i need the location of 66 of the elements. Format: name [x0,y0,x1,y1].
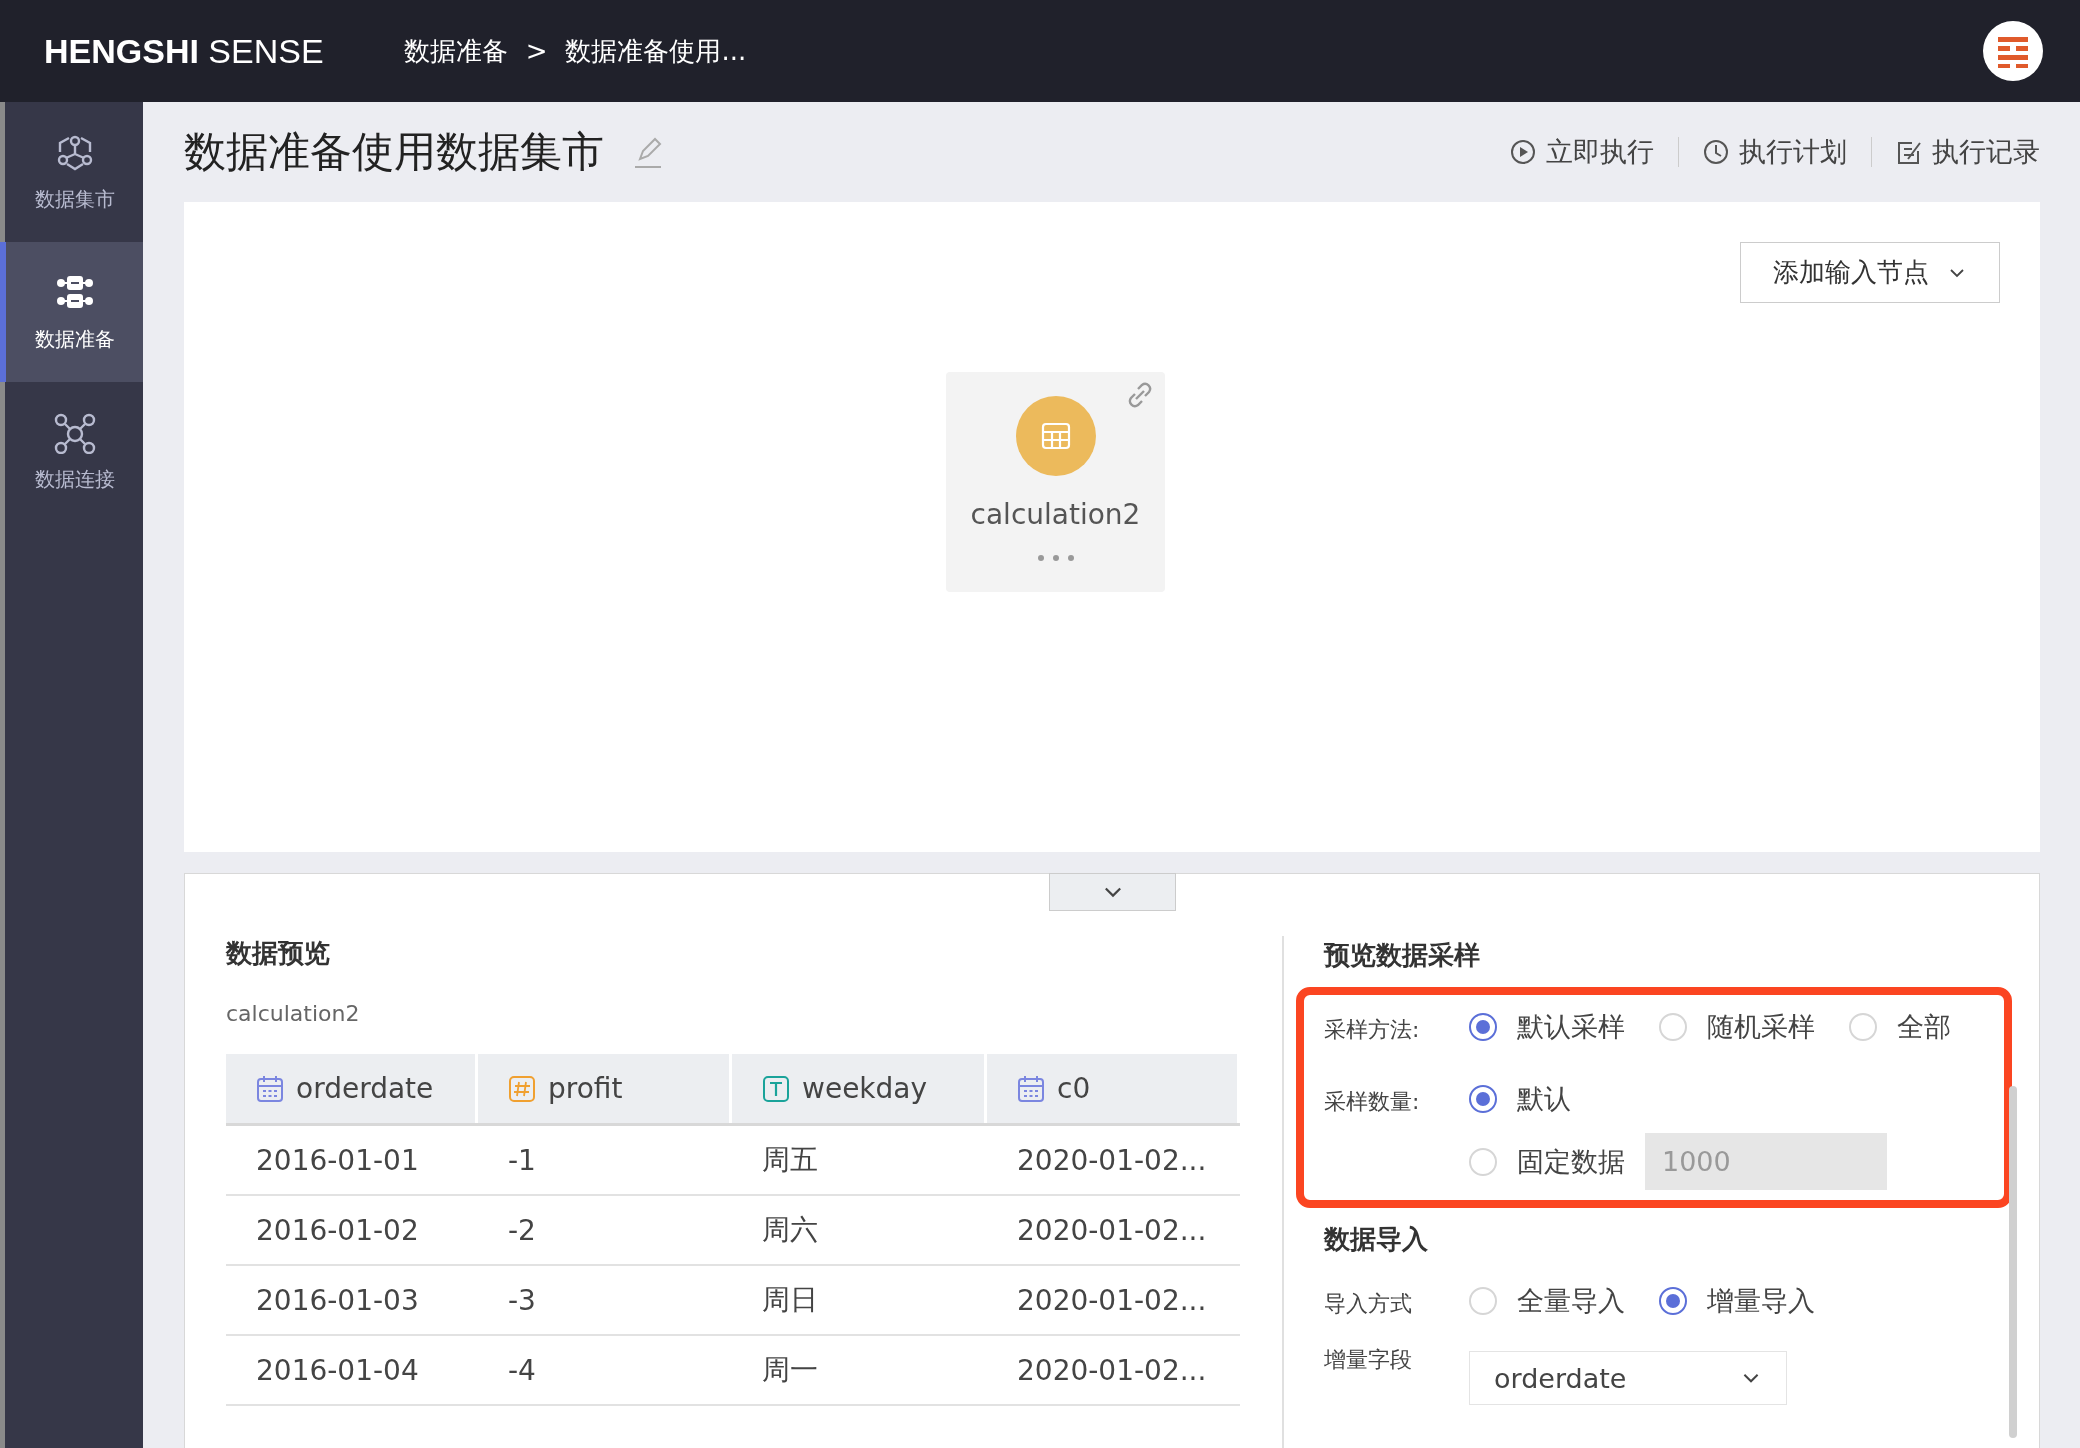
radio-label[interactable]: 默认 [1517,1081,1571,1117]
field-label: 增量字段 [1324,1346,1413,1374]
sidebar-item[interactable]: 数据连接 [0,382,143,522]
table-cell-text: -2 [507,1212,537,1249]
radio-label[interactable]: 默认采样 [1517,1009,1625,1045]
action-button[interactable]: 执行记录 [1896,134,2040,170]
action-button[interactable]: 立即执行 [1510,134,1654,170]
text-type-icon [762,1074,790,1103]
field-dropdown[interactable]: orderdate [1469,1351,1787,1405]
edit-icon[interactable] [632,135,664,169]
table-cell-text: 周日 [761,1282,819,1318]
network-hub-icon [52,411,97,454]
table-cell-text: 2020-01-02... [1016,1142,1208,1179]
avatar-icon[interactable] [1982,20,2044,82]
column-header: orderdate [226,1054,475,1123]
field-label: 导入方式 [1324,1290,1413,1318]
column-header: profit [478,1054,729,1123]
app-logo: HENGSHI SENSE [44,31,324,71]
table-cell-text: 2016-01-02 [255,1212,420,1249]
field-label: 采样数量: [1324,1088,1421,1116]
play-icon [1510,139,1536,165]
table-cell-text: 周五 [761,1142,819,1178]
breadcrumb-item: 数据准备使用... [565,34,747,68]
table-cell-text: -3 [507,1282,537,1319]
table-cell-text: 2020-01-02... [1016,1352,1208,1389]
sidebar-item[interactable]: 数据准备 [0,242,143,382]
table-cell-text: 周六 [761,1212,819,1248]
calendar-icon [256,1074,284,1103]
collapse-button[interactable] [1049,873,1176,911]
column-header: weekday [732,1054,984,1123]
table-cell-text: 2020-01-02... [1016,1282,1208,1319]
source-name: calculation2 [226,1001,361,1026]
radio-label[interactable]: 全量导入 [1517,1283,1625,1319]
breadcrumb-item[interactable]: 数据准备 [403,33,508,69]
radio-label[interactable]: 增量导入 [1707,1283,1815,1319]
sidebar-item[interactable]: 数据集市 [0,102,143,242]
add-node-dropdown[interactable]: 添加输入节点 [1740,242,2000,303]
node-card[interactable]: calculation2 [946,372,1165,592]
radio-button[interactable] [1659,1287,1687,1315]
table-cell-text: 2016-01-01 [255,1142,420,1179]
radio-button[interactable] [1469,1013,1497,1041]
page-title: 数据准备使用数据集市 [184,126,604,178]
radio-button[interactable] [1469,1085,1497,1113]
section-title: 数据导入 [1324,1223,1429,1256]
table-cell-text: 2020-01-02... [1016,1212,1208,1249]
radio-label[interactable]: 全部 [1897,1009,1951,1045]
table-cell-text: 2016-01-04 [255,1352,420,1389]
checklist-icon [1896,139,1922,165]
table-cell-text: -1 [507,1142,537,1179]
action-button[interactable]: 执行计划 [1703,134,1847,170]
radio-label[interactable]: 随机采样 [1707,1009,1815,1045]
clock-icon [1703,139,1729,165]
table-cell-text: -4 [507,1352,537,1389]
table-cell-text: 周一 [761,1352,819,1388]
scrollbar[interactable] [2009,1086,2017,1438]
calendar-icon [1017,1074,1045,1103]
column-header: c0 [987,1054,1237,1123]
section-title: 数据预览 [226,937,331,970]
table-cell-text: 2016-01-03 [255,1282,420,1319]
section-title: 预览数据采样 [1324,939,1481,972]
node-label: calculation2 [970,498,1141,531]
field-label: 采样方法: [1324,1016,1421,1044]
hash-icon [508,1074,536,1103]
breadcrumb-separator: > [525,36,548,66]
table-icon [1015,396,1096,476]
more-icon[interactable] [1035,553,1076,563]
